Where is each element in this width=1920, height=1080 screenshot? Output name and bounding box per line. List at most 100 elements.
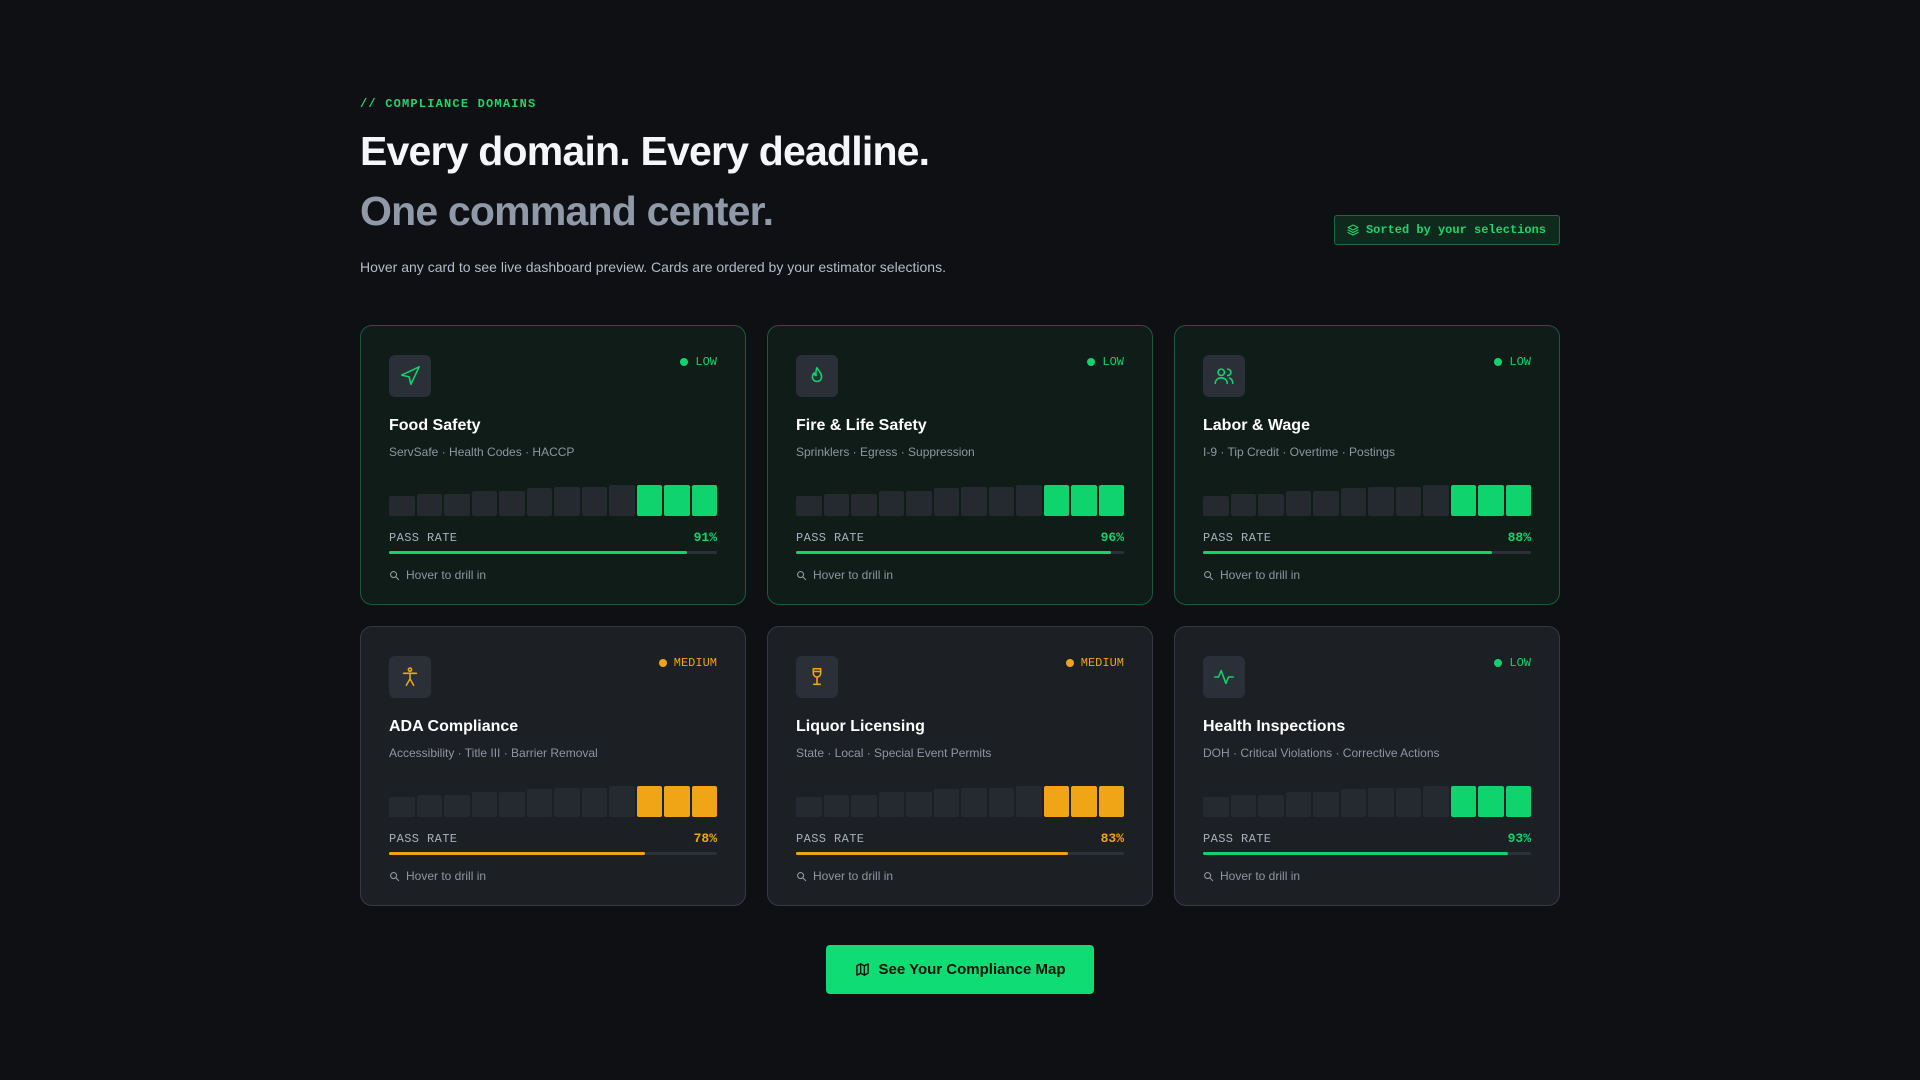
pass-rate-fill <box>1203 852 1509 855</box>
risk-dot <box>1087 358 1096 366</box>
trend-bar <box>1230 494 1256 516</box>
trend-bar <box>988 487 1014 516</box>
trend-bar <box>526 488 552 516</box>
card-title: ADA Compliance <box>389 718 519 735</box>
trend-bar <box>444 795 470 817</box>
trend-bar <box>1016 786 1042 817</box>
card-title: Labor & Wage <box>1203 417 1310 434</box>
domain-card-liquor-licensing[interactable]: MEDIUM Liquor Licensing State · Local · … <box>767 626 1153 906</box>
trend-bar <box>444 494 470 516</box>
card-subtitle: DOH · Critical Violations · Corrective A… <box>1203 746 1440 760</box>
drill-hint: Hover to drill in <box>389 869 717 883</box>
accessibility-icon <box>402 667 418 687</box>
page-subtitle: One command center. <box>360 188 774 234</box>
domain-card-labor-wage[interactable]: LOW Labor & Wage I-9 · Tip Credit · Over… <box>1174 325 1560 605</box>
wine-glass-icon <box>812 667 822 686</box>
trend-bar <box>1258 494 1284 516</box>
pass-rate-row: PASS RATE 91% <box>389 530 717 545</box>
risk-dot <box>658 659 667 667</box>
trend-bar <box>1043 485 1069 516</box>
trend-bar <box>636 786 662 817</box>
trend-bar <box>1313 792 1339 817</box>
trend-bar <box>1098 485 1124 516</box>
pass-rate-fill <box>796 551 1111 554</box>
card-subtitle: Accessibility · Title III · Barrier Remo… <box>389 746 598 760</box>
drill-hint-label: Hover to drill in <box>813 869 894 883</box>
pass-rate-label: PASS RATE <box>796 530 865 545</box>
trend-bar <box>1016 485 1042 516</box>
trend-bar <box>1203 797 1229 817</box>
trend-bar <box>1285 491 1311 516</box>
risk-badge: MEDIUM <box>1065 656 1124 670</box>
card-title: Food Safety <box>389 417 481 434</box>
drill-hint-label: Hover to drill in <box>1220 568 1301 582</box>
drill-hint-label: Hover to drill in <box>406 568 487 582</box>
domain-icon-box <box>1203 656 1245 698</box>
trend-bar <box>416 494 442 516</box>
pass-rate-value: 78% <box>693 831 717 846</box>
trend-bar <box>1450 485 1476 516</box>
users-icon <box>1214 368 1234 385</box>
trend-bar <box>1478 786 1504 817</box>
trend-bar <box>554 788 580 817</box>
pass-rate-fill <box>389 852 645 855</box>
trend-bar <box>961 788 987 817</box>
trend-bar <box>389 797 415 817</box>
pass-rate-track <box>796 852 1124 855</box>
pass-rate-label: PASS RATE <box>1203 530 1272 545</box>
domain-icon-box <box>796 656 838 698</box>
trend-bar <box>471 792 497 817</box>
risk-dot <box>1065 659 1074 667</box>
trend-bar <box>1203 496 1229 516</box>
trend-bar <box>1071 786 1097 817</box>
search-icon <box>797 570 807 580</box>
domain-icon-box <box>389 656 431 698</box>
trend-bar <box>988 788 1014 817</box>
card-title: Liquor Licensing <box>796 718 925 735</box>
domain-card-fire-life-safety[interactable]: LOW Fire & Life Safety Sprinklers · Egre… <box>767 325 1153 605</box>
trend-bar <box>691 786 717 817</box>
pass-rate-row: PASS RATE 93% <box>1203 831 1531 846</box>
pass-rate-track <box>796 551 1124 554</box>
pass-rate-fill <box>389 551 688 554</box>
trend-bar <box>851 494 877 516</box>
trend-bars <box>1203 779 1531 817</box>
trend-bar <box>499 792 525 817</box>
trend-bar <box>1505 786 1531 817</box>
card-subtitle: Sprinklers · Egress · Suppression <box>796 445 975 459</box>
trend-bar <box>1098 786 1124 817</box>
page-description: Hover any card to see live dashboard pre… <box>360 259 946 275</box>
risk-label: MEDIUM <box>1080 656 1124 670</box>
risk-badge: LOW <box>680 355 717 369</box>
risk-dot <box>1494 659 1503 667</box>
trend-bar <box>823 795 849 817</box>
pass-rate-track <box>389 551 717 554</box>
pass-rate-label: PASS RATE <box>1203 831 1272 846</box>
page-title: Every domain. Every deadline. <box>360 128 930 174</box>
trend-bar <box>933 789 959 817</box>
trend-bar <box>878 491 904 516</box>
trend-bar <box>933 488 959 516</box>
drill-hint-label: Hover to drill in <box>813 568 894 582</box>
pass-rate-value: 83% <box>1100 831 1124 846</box>
domain-card-food-safety[interactable]: LOW Food Safety ServSafe · Health Codes … <box>360 325 746 605</box>
trend-bar <box>416 795 442 817</box>
card-subtitle: ServSafe · Health Codes · HACCP <box>389 445 575 459</box>
drill-hint: Hover to drill in <box>796 869 1124 883</box>
trend-bar <box>1340 488 1366 516</box>
drill-hint-label: Hover to drill in <box>1220 869 1301 883</box>
pass-rate-track <box>1203 551 1531 554</box>
risk-label: LOW <box>1102 355 1124 369</box>
domain-card-ada-compliance[interactable]: MEDIUM ADA Compliance Accessibility · Ti… <box>360 626 746 906</box>
risk-label: LOW <box>695 355 717 369</box>
trend-bar <box>389 496 415 516</box>
domain-card-grid: LOW Food Safety ServSafe · Health Codes … <box>360 325 1560 906</box>
domain-card-health-inspections[interactable]: LOW Health Inspections DOH · Critical Vi… <box>1174 626 1560 906</box>
trend-bar <box>1258 795 1284 817</box>
see-compliance-map-button[interactable]: See Your Compliance Map <box>826 945 1094 994</box>
pass-rate-value: 93% <box>1507 831 1531 846</box>
risk-label: LOW <box>1509 656 1531 670</box>
trend-bar <box>609 786 635 817</box>
sort-badge-label: Sorted by your selections <box>1365 223 1546 237</box>
pass-rate-label: PASS RATE <box>389 530 458 545</box>
